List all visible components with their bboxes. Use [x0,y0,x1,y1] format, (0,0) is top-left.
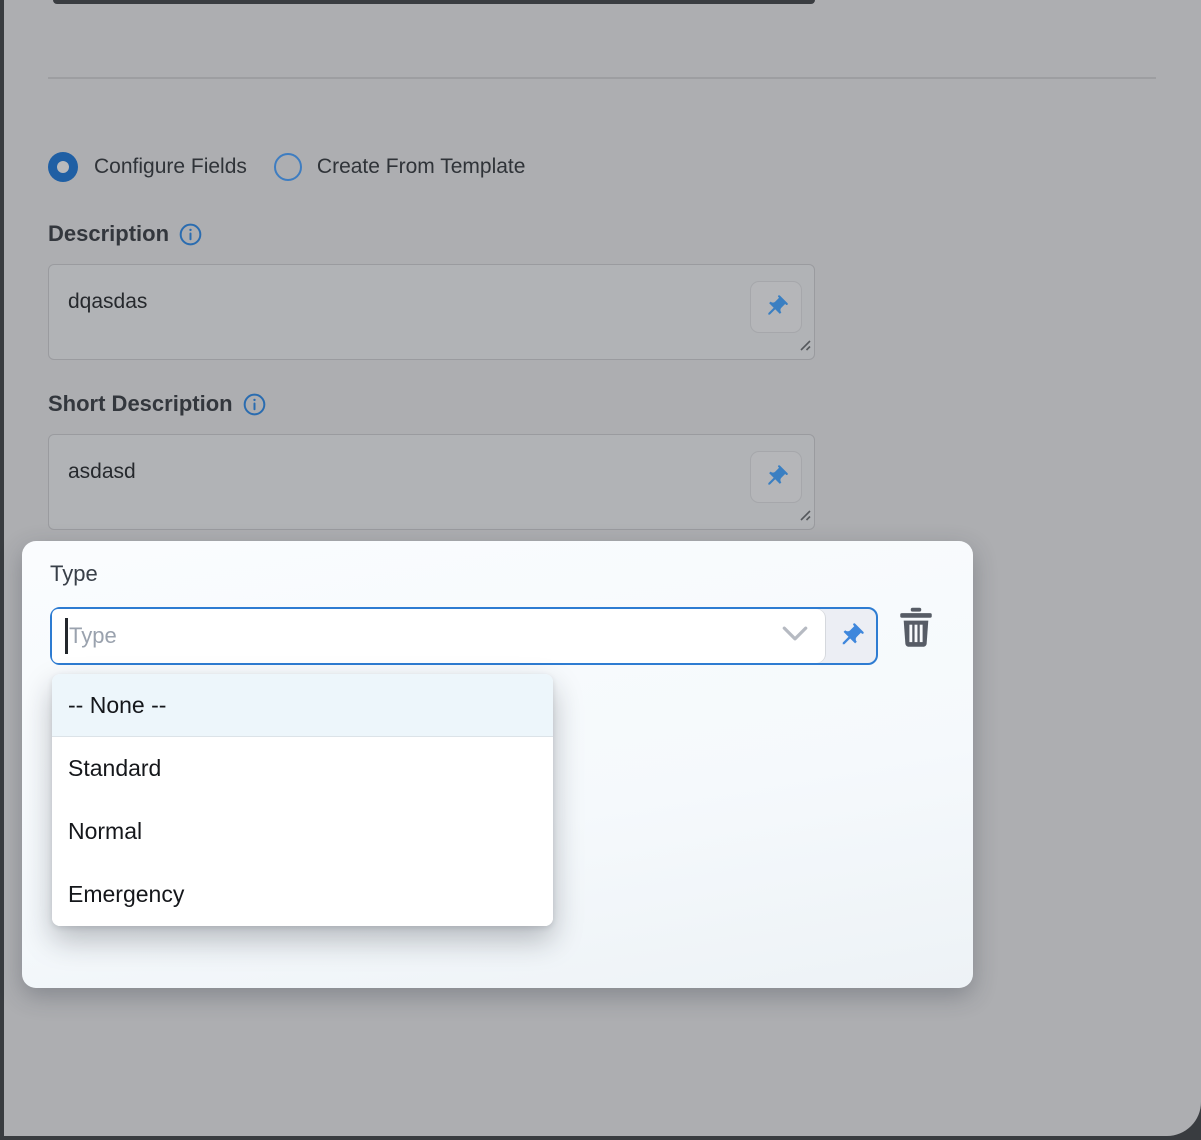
chevron-down-icon[interactable] [782,626,808,646]
resize-grip-icon[interactable] [797,507,811,526]
dropdown-option-label: -- None -- [68,692,166,719]
radio-selected-dot [57,161,69,173]
delete-field-button[interactable] [888,599,944,657]
trash-icon [898,607,934,649]
radio-create-from-template-label: Create From Template [317,155,526,179]
dropdown-option-label: Standard [68,755,161,782]
dimmed-page-overlay: Configure Fields Create From Template De… [4,0,1201,1136]
pushpin-icon [758,289,795,326]
radio-configure-fields-label: Configure Fields [94,155,247,179]
dropdown-option-standard[interactable]: Standard [52,737,553,800]
radio-create-from-template[interactable] [274,153,302,181]
description-field-container: dqasdas [48,264,815,360]
short-description-label: Short Description [48,391,233,417]
pin-button[interactable] [826,609,876,663]
type-dropdown-list: -- None -- Standard Normal Emergency [52,674,553,926]
section-divider [48,77,1156,79]
dropdown-option-emergency[interactable]: Emergency [52,863,553,926]
resize-grip-icon[interactable] [797,337,811,356]
short-description-textarea[interactable]: asdasd [48,434,815,530]
dropdown-option-label: Emergency [68,881,184,908]
dropdown-option-normal[interactable]: Normal [52,800,553,863]
pushpin-icon [831,616,871,656]
description-label-row: Description [48,221,202,247]
type-combobox[interactable] [50,607,878,665]
creation-mode-radio-group: Configure Fields Create From Template [48,150,525,184]
info-icon[interactable] [243,393,266,416]
cutoff-field-border-fragment [53,0,815,4]
pin-button[interactable] [750,451,802,503]
radio-configure-fields[interactable] [48,152,78,182]
type-input-area[interactable] [52,609,826,663]
screen: Configure Fields Create From Template De… [0,0,1201,1140]
short-description-label-row: Short Description [48,391,266,417]
pushpin-icon [758,459,795,496]
description-label: Description [48,221,169,247]
type-input[interactable] [52,609,826,663]
type-label: Type [50,561,98,587]
type-field-spotlight-card: Type [22,541,973,988]
short-description-field-container: asdasd [48,434,815,530]
pin-button[interactable] [750,281,802,333]
description-textarea[interactable]: dqasdas [48,264,815,360]
info-icon[interactable] [179,223,202,246]
text-caret [65,618,68,654]
dropdown-option-label: Normal [68,818,142,845]
dropdown-option-none[interactable]: -- None -- [52,674,553,737]
